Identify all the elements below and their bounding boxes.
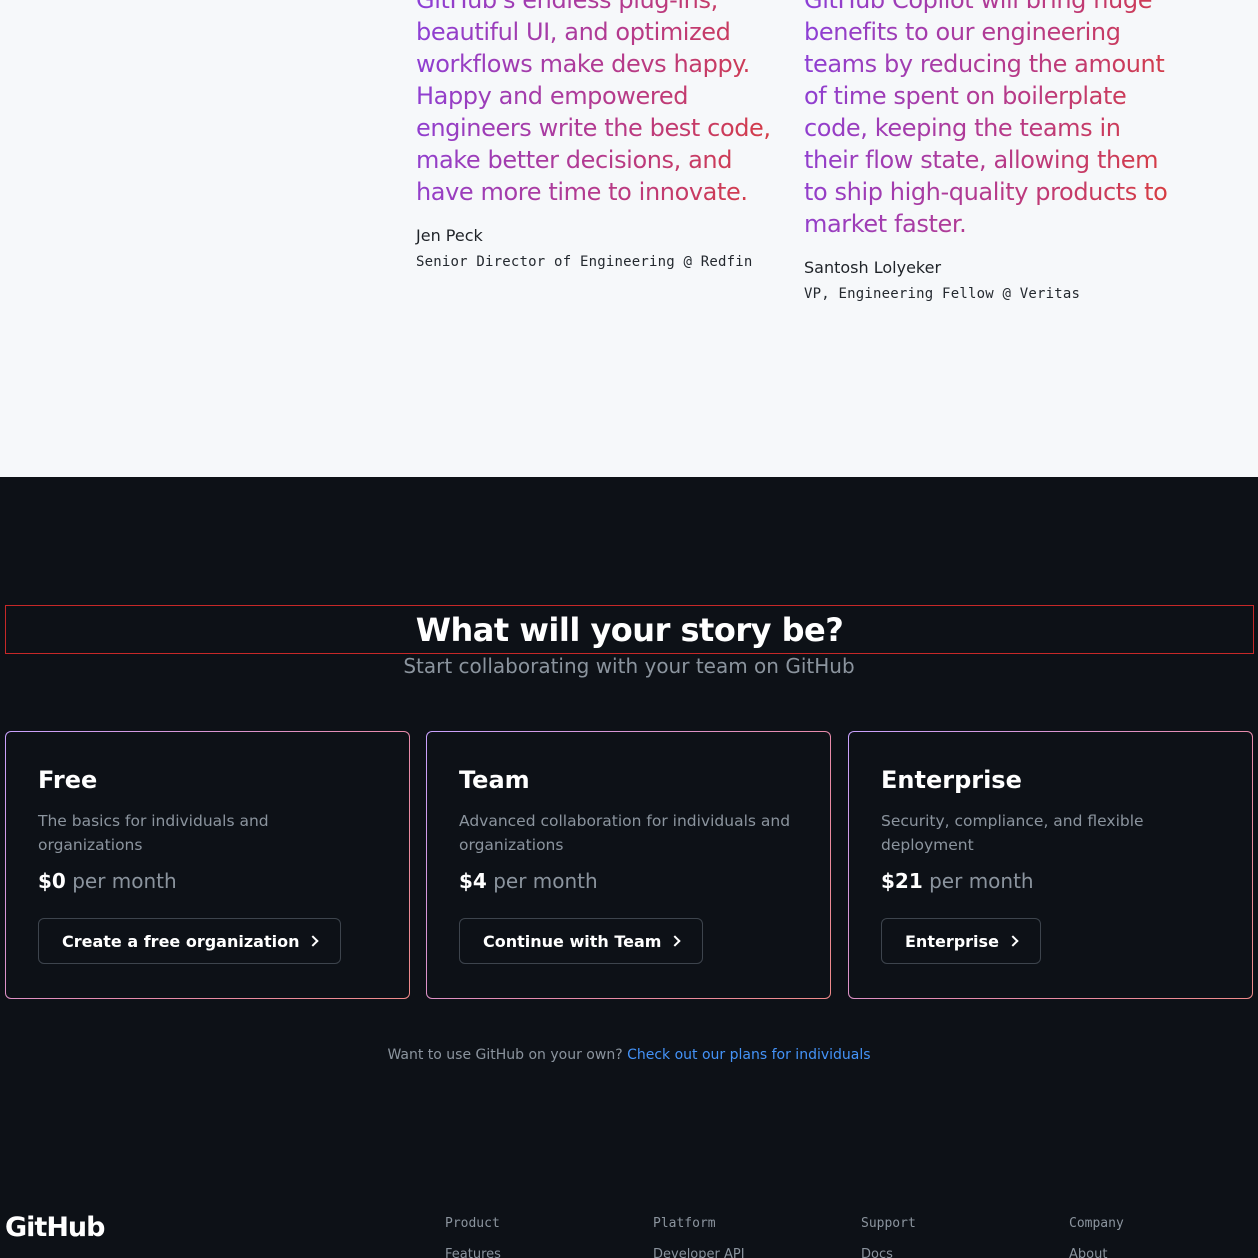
- footer-link[interactable]: About: [1069, 1247, 1124, 1258]
- testimonial-role: VP, Engineering Fellow @ Veritas: [804, 286, 1081, 302]
- footer-column-platform: Platform Developer API: [653, 1216, 745, 1258]
- plan-price-period: per month: [493, 869, 598, 893]
- plan-description-text: Security, compliance, and flexible deplo…: [881, 812, 1144, 854]
- footer-column-support: Support Docs: [861, 1216, 916, 1258]
- cta-heading: What will your story be?: [415, 610, 844, 649]
- plan-description: Advanced collaboration for individuals a…: [459, 809, 798, 857]
- footer-column-heading: Platform: [653, 1216, 716, 1231]
- plan-price: $0 per month: [38, 869, 377, 893]
- plan-price-amount: $21: [881, 869, 923, 893]
- continue-with-team-button[interactable]: Continue with Team: [459, 918, 704, 964]
- plan-description: Security, compliance, and flexible deplo…: [881, 809, 1220, 857]
- plan-price-amount: $0: [38, 869, 66, 893]
- testimonials-section: GitHub's endless plug-ins, beautiful UI,…: [0, 0, 1258, 477]
- plan-price-period: per month: [929, 869, 1034, 893]
- footer-column-heading: Support: [861, 1216, 916, 1231]
- plan-name: Free: [38, 766, 98, 794]
- plan-description: The basics for individuals and organizat…: [38, 809, 377, 857]
- plan-price-amount: $4: [459, 869, 487, 893]
- individuals-plans-note: Want to use GitHub on your own? Check ou…: [0, 1047, 1258, 1063]
- plan-name: Enterprise: [881, 766, 1022, 794]
- plan-card-body: Team Advanced collaboration for individu…: [427, 732, 830, 998]
- footer-link[interactable]: Docs: [861, 1247, 916, 1258]
- testimonial-card: GitHub Copilot will bring huge benefits …: [804, 0, 1169, 302]
- plan-price: $4 per month: [459, 869, 798, 893]
- plan-price-period: per month: [72, 869, 177, 893]
- footer-column-heading: Company: [1069, 1216, 1124, 1231]
- cta-subheading: Start collaborating with your team on Gi…: [403, 654, 855, 678]
- testimonial-quote: GitHub's endless plug-ins, beautiful UI,…: [416, 0, 781, 208]
- plan-card-team: Team Advanced collaboration for individu…: [426, 731, 831, 999]
- button-label: Create a free organization: [62, 931, 300, 951]
- testimonial-quote: GitHub Copilot will bring huge benefits …: [804, 0, 1169, 240]
- footer-column-company: Company About: [1069, 1216, 1124, 1258]
- plan-card-body: Enterprise Security, compliance, and fle…: [849, 732, 1252, 998]
- plan-card-enterprise: Enterprise Security, compliance, and fle…: [848, 731, 1253, 999]
- plan-card-free: Free The basics for individuals and orga…: [5, 731, 410, 999]
- plan-name: Team: [459, 766, 530, 794]
- button-label: Enterprise: [905, 931, 999, 951]
- footer-link[interactable]: Developer API: [653, 1247, 745, 1258]
- footer-link[interactable]: Features: [445, 1247, 501, 1258]
- chevron-right-icon: [669, 935, 682, 947]
- testimonial-author: Jen Peck: [416, 226, 483, 245]
- plan-card-body: Free The basics for individuals and orga…: [6, 732, 409, 998]
- testimonial-author: Santosh Lolyeker: [804, 258, 942, 277]
- footer-column-heading: Product: [445, 1216, 500, 1231]
- individuals-prompt: Want to use GitHub on your own?: [387, 1047, 623, 1063]
- button-label: Continue with Team: [483, 931, 662, 951]
- cta-heading-container: What will your story be?: [5, 605, 1254, 654]
- github-logo[interactable]: GitHub: [5, 1212, 105, 1243]
- testimonial-card: GitHub's endless plug-ins, beautiful UI,…: [416, 0, 781, 270]
- plan-price: $21 per month: [881, 869, 1220, 893]
- chevron-right-icon: [1007, 935, 1019, 947]
- chevron-right-icon: [307, 935, 320, 947]
- plan-description-text: The basics for individuals and organizat…: [38, 812, 269, 854]
- create-free-organization-button[interactable]: Create a free organization: [38, 918, 342, 964]
- footer-column-product: Product Features: [445, 1216, 501, 1258]
- plan-description-text: Advanced collaboration for individuals a…: [459, 812, 791, 854]
- enterprise-button[interactable]: Enterprise: [881, 918, 1041, 964]
- testimonial-role: Senior Director of Engineering @ Redfin: [416, 254, 753, 270]
- individual-plans-link[interactable]: Check out our plans for individuals: [627, 1047, 870, 1063]
